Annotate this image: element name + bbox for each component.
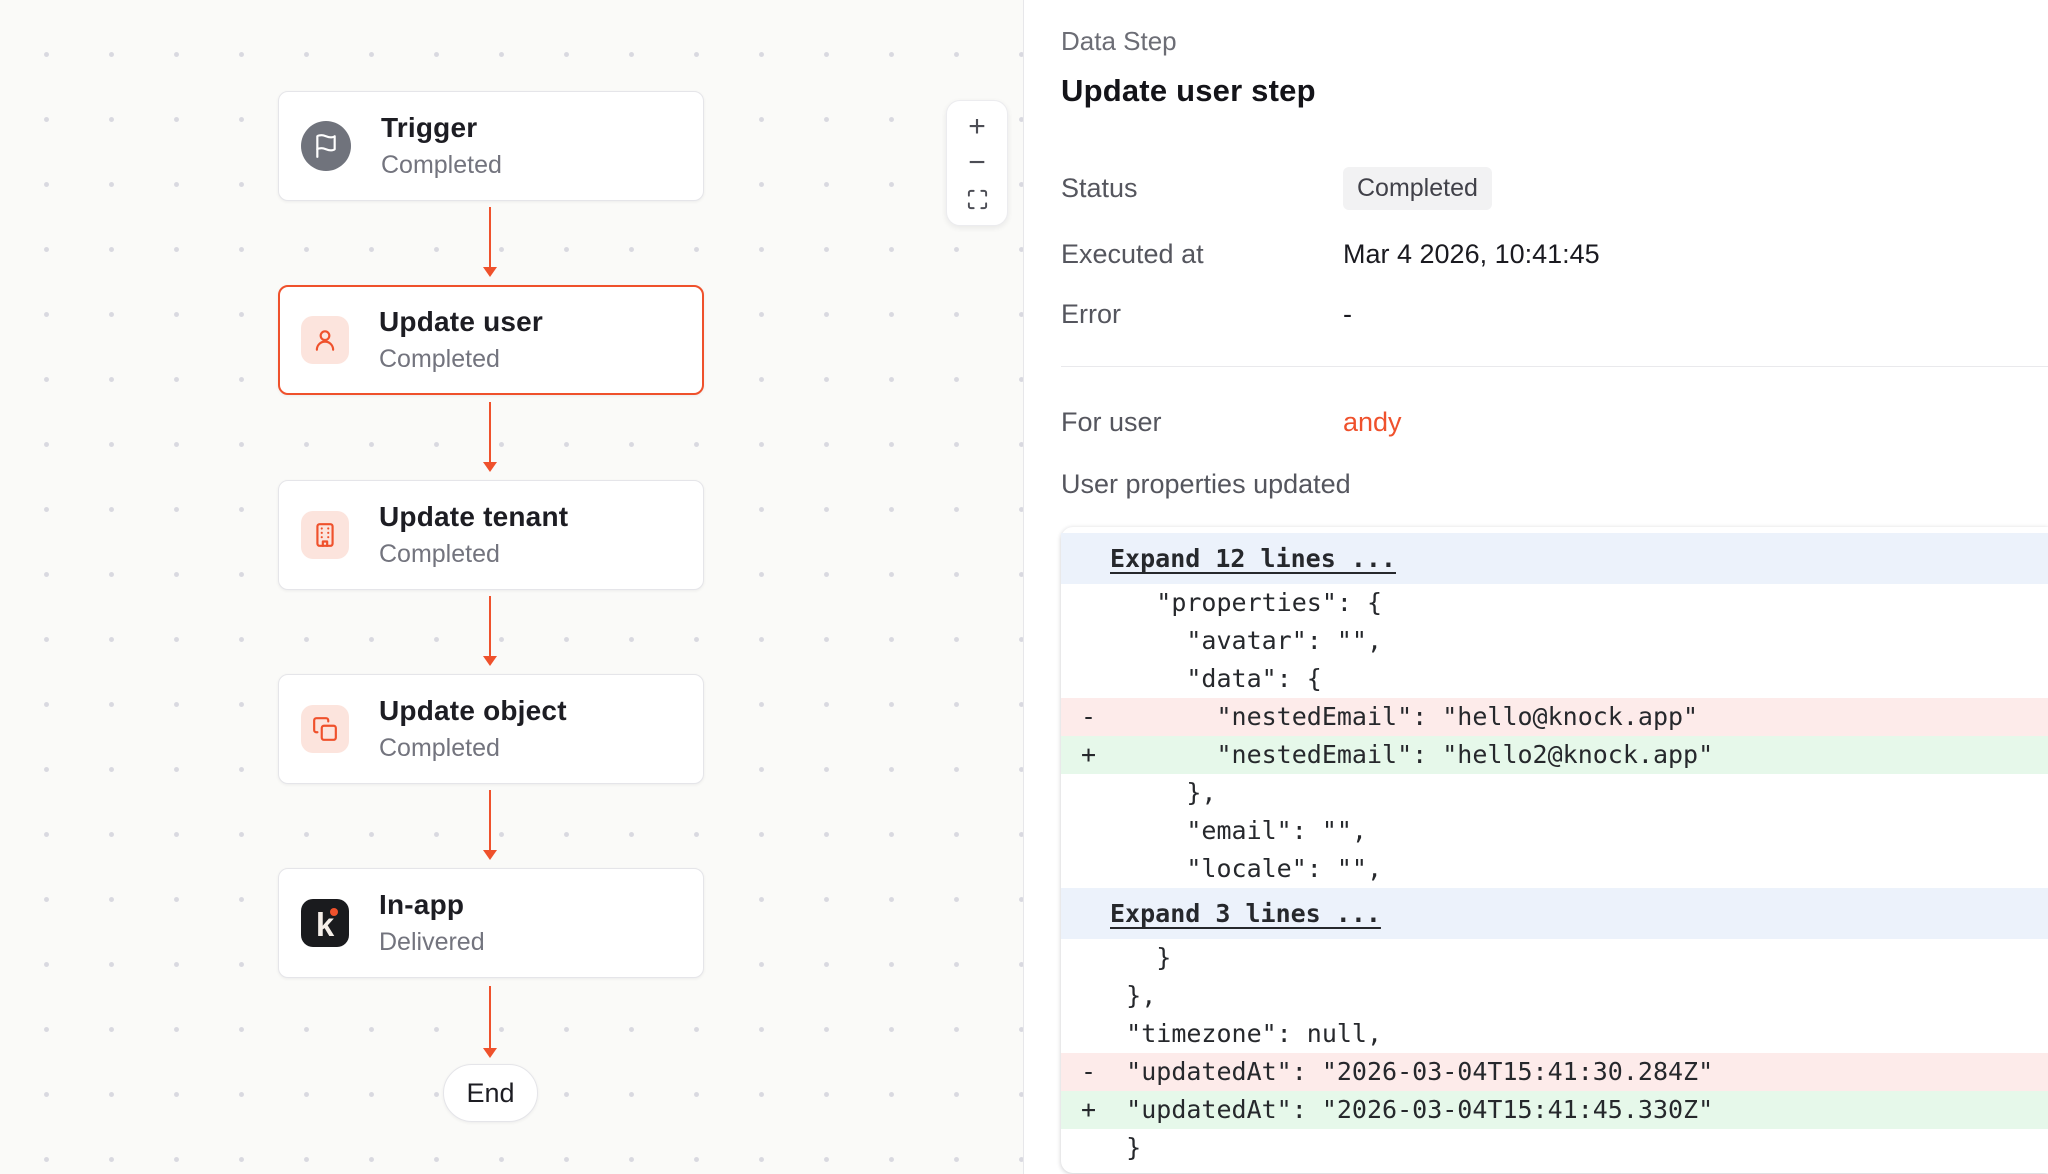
node-title: Update object bbox=[379, 695, 567, 727]
field-for-user: For user andy bbox=[1061, 407, 2048, 438]
field-label: Error bbox=[1061, 299, 1343, 330]
field-executed-at: Executed at Mar 4 2026, 10:41:45 bbox=[1061, 239, 2048, 270]
diff-line-added: + "nestedEmail": "hello2@knock.app" bbox=[1061, 736, 2048, 774]
diff-line: "timezone": null, bbox=[1061, 1015, 2048, 1053]
diff-line: "email": "", bbox=[1061, 812, 2048, 850]
node-update-tenant[interactable]: Update tenant Completed bbox=[278, 480, 704, 590]
node-in-app[interactable]: k In-app Delivered bbox=[278, 868, 704, 978]
diff-section-label: User properties updated bbox=[1061, 469, 2048, 500]
fullscreen-icon[interactable] bbox=[954, 181, 1000, 217]
workflow-canvas: Trigger Completed Update user Completed … bbox=[0, 0, 1024, 1174]
field-label: Executed at bbox=[1061, 239, 1343, 270]
diff-line: "avatar": "", bbox=[1061, 622, 2048, 660]
diff-line: }, bbox=[1061, 977, 2048, 1015]
node-status: Delivered bbox=[379, 928, 485, 957]
step-details-panel: Data Step Update user step Status Comple… bbox=[1024, 0, 2048, 1174]
end-label: End bbox=[466, 1078, 514, 1109]
node-status: Completed bbox=[379, 734, 567, 763]
diff-line: "locale": "", bbox=[1061, 850, 2048, 888]
expand-band-top: Expand 12 lines ... bbox=[1061, 533, 2048, 584]
diff-line: } bbox=[1061, 1129, 2048, 1167]
diff-line: "data": { bbox=[1061, 660, 2048, 698]
node-end[interactable]: End bbox=[443, 1064, 538, 1122]
node-update-object[interactable]: Update object Completed bbox=[278, 674, 704, 784]
status-badge: Completed bbox=[1343, 167, 1492, 210]
flow-arrow bbox=[489, 207, 491, 267]
expand-mid-link[interactable]: Expand 3 lines ... bbox=[1110, 899, 1381, 928]
diff-line: }, bbox=[1061, 774, 2048, 812]
node-status: Completed bbox=[379, 345, 543, 374]
knock-logo: k bbox=[301, 899, 349, 947]
node-update-user[interactable]: Update user Completed bbox=[278, 285, 704, 395]
node-status: Completed bbox=[381, 151, 502, 180]
copy-icon bbox=[301, 705, 349, 753]
field-value: Mar 4 2026, 10:41:45 bbox=[1343, 239, 1600, 270]
knock-logo-dot bbox=[330, 908, 338, 916]
zoom-toolbar: + − bbox=[946, 100, 1008, 226]
node-trigger[interactable]: Trigger Completed bbox=[278, 91, 704, 201]
node-status: Completed bbox=[379, 540, 568, 569]
flow-arrow bbox=[489, 402, 491, 462]
node-title: Update user bbox=[379, 306, 543, 338]
user-icon bbox=[301, 316, 349, 364]
step-fields: Status Completed Executed at Mar 4 2026,… bbox=[1061, 167, 2048, 330]
field-value: - bbox=[1343, 299, 1352, 330]
diff-line: } bbox=[1061, 939, 2048, 977]
field-label: For user bbox=[1061, 407, 1343, 438]
expand-band-mid: Expand 3 lines ... bbox=[1061, 888, 2048, 939]
zoom-out-button[interactable]: − bbox=[954, 145, 1000, 181]
diff-line: "properties": { bbox=[1061, 584, 2048, 622]
flow-arrow bbox=[489, 986, 491, 1048]
building-icon bbox=[301, 511, 349, 559]
field-status: Status Completed bbox=[1061, 167, 2048, 210]
diff-line-added: + "updatedAt": "2026-03-04T15:41:45.330Z… bbox=[1061, 1091, 2048, 1129]
user-link[interactable]: andy bbox=[1343, 407, 1402, 438]
flag-icon bbox=[301, 121, 351, 171]
diff-line-removed: - "updatedAt": "2026-03-04T15:41:30.284Z… bbox=[1061, 1053, 2048, 1091]
page-title: Update user step bbox=[1061, 73, 2048, 109]
flow-arrow bbox=[489, 596, 491, 656]
node-title: Update tenant bbox=[379, 501, 568, 533]
section-divider bbox=[1061, 366, 2048, 367]
expand-top-link[interactable]: Expand 12 lines ... bbox=[1110, 544, 1396, 573]
zoom-in-button[interactable]: + bbox=[954, 109, 1000, 145]
diff-line-removed: - "nestedEmail": "hello@knock.app" bbox=[1061, 698, 2048, 736]
step-type-label: Data Step bbox=[1061, 26, 2048, 57]
node-title: Trigger bbox=[381, 112, 502, 144]
field-error: Error - bbox=[1061, 299, 2048, 330]
node-title: In-app bbox=[379, 889, 485, 921]
flow-arrow bbox=[489, 790, 491, 850]
field-label: Status bbox=[1061, 173, 1343, 204]
properties-diff-viewer: Expand 12 lines ... "properties": { "ava… bbox=[1061, 527, 2048, 1173]
